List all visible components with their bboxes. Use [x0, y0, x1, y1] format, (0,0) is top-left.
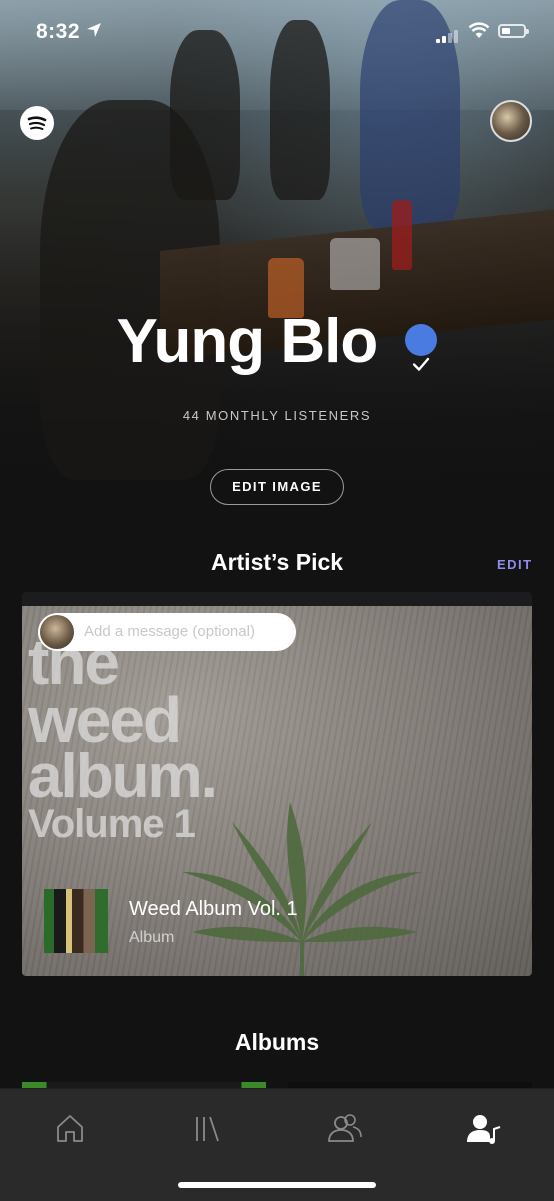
pick-item-type: Album [129, 929, 175, 946]
verified-badge-icon [405, 323, 438, 371]
pick-message-placeholder: Add a message (optional) [84, 623, 255, 640]
wifi-icon [468, 22, 490, 38]
album-thumbnail [44, 889, 108, 953]
pick-item-title: Weed Album Vol. 1 [129, 898, 298, 920]
artist-name: Yung Blo [116, 307, 379, 376]
cannabis-leaf-icon [182, 802, 422, 976]
library-icon[interactable] [185, 1107, 229, 1151]
header-photo-box [330, 238, 380, 290]
pick-message-input[interactable]: Add a message (optional) [38, 613, 296, 651]
cover-text-line: Volume 1 [28, 802, 196, 846]
edit-image-button[interactable]: EDIT IMAGE [210, 469, 344, 505]
artist-name-row: Yung Blo [0, 306, 554, 377]
user-avatar [40, 615, 74, 649]
battery-icon [498, 24, 529, 38]
monthly-listeners: 44 MONTHLY LISTENERS [182, 408, 372, 423]
status-time: 8:32 [36, 20, 81, 43]
friends-icon[interactable] [323, 1107, 367, 1151]
header-photo-bottle [392, 200, 412, 270]
user-avatar[interactable] [490, 100, 532, 142]
artist-header-image [0, 0, 554, 540]
spotify-logo-icon [20, 106, 54, 140]
home-icon[interactable] [48, 1107, 92, 1151]
artists-pick-title: Artist’s Pick [210, 549, 344, 575]
cellular-signal-icon [436, 25, 460, 43]
albums-title: Albums [234, 1029, 320, 1055]
location-arrow-icon [87, 23, 101, 37]
artist-icon[interactable] [462, 1107, 506, 1151]
home-indicator[interactable] [178, 1182, 376, 1188]
edit-artists-pick-button[interactable]: EDIT [497, 557, 533, 572]
status-bar: 8:32 [0, 0, 554, 64]
